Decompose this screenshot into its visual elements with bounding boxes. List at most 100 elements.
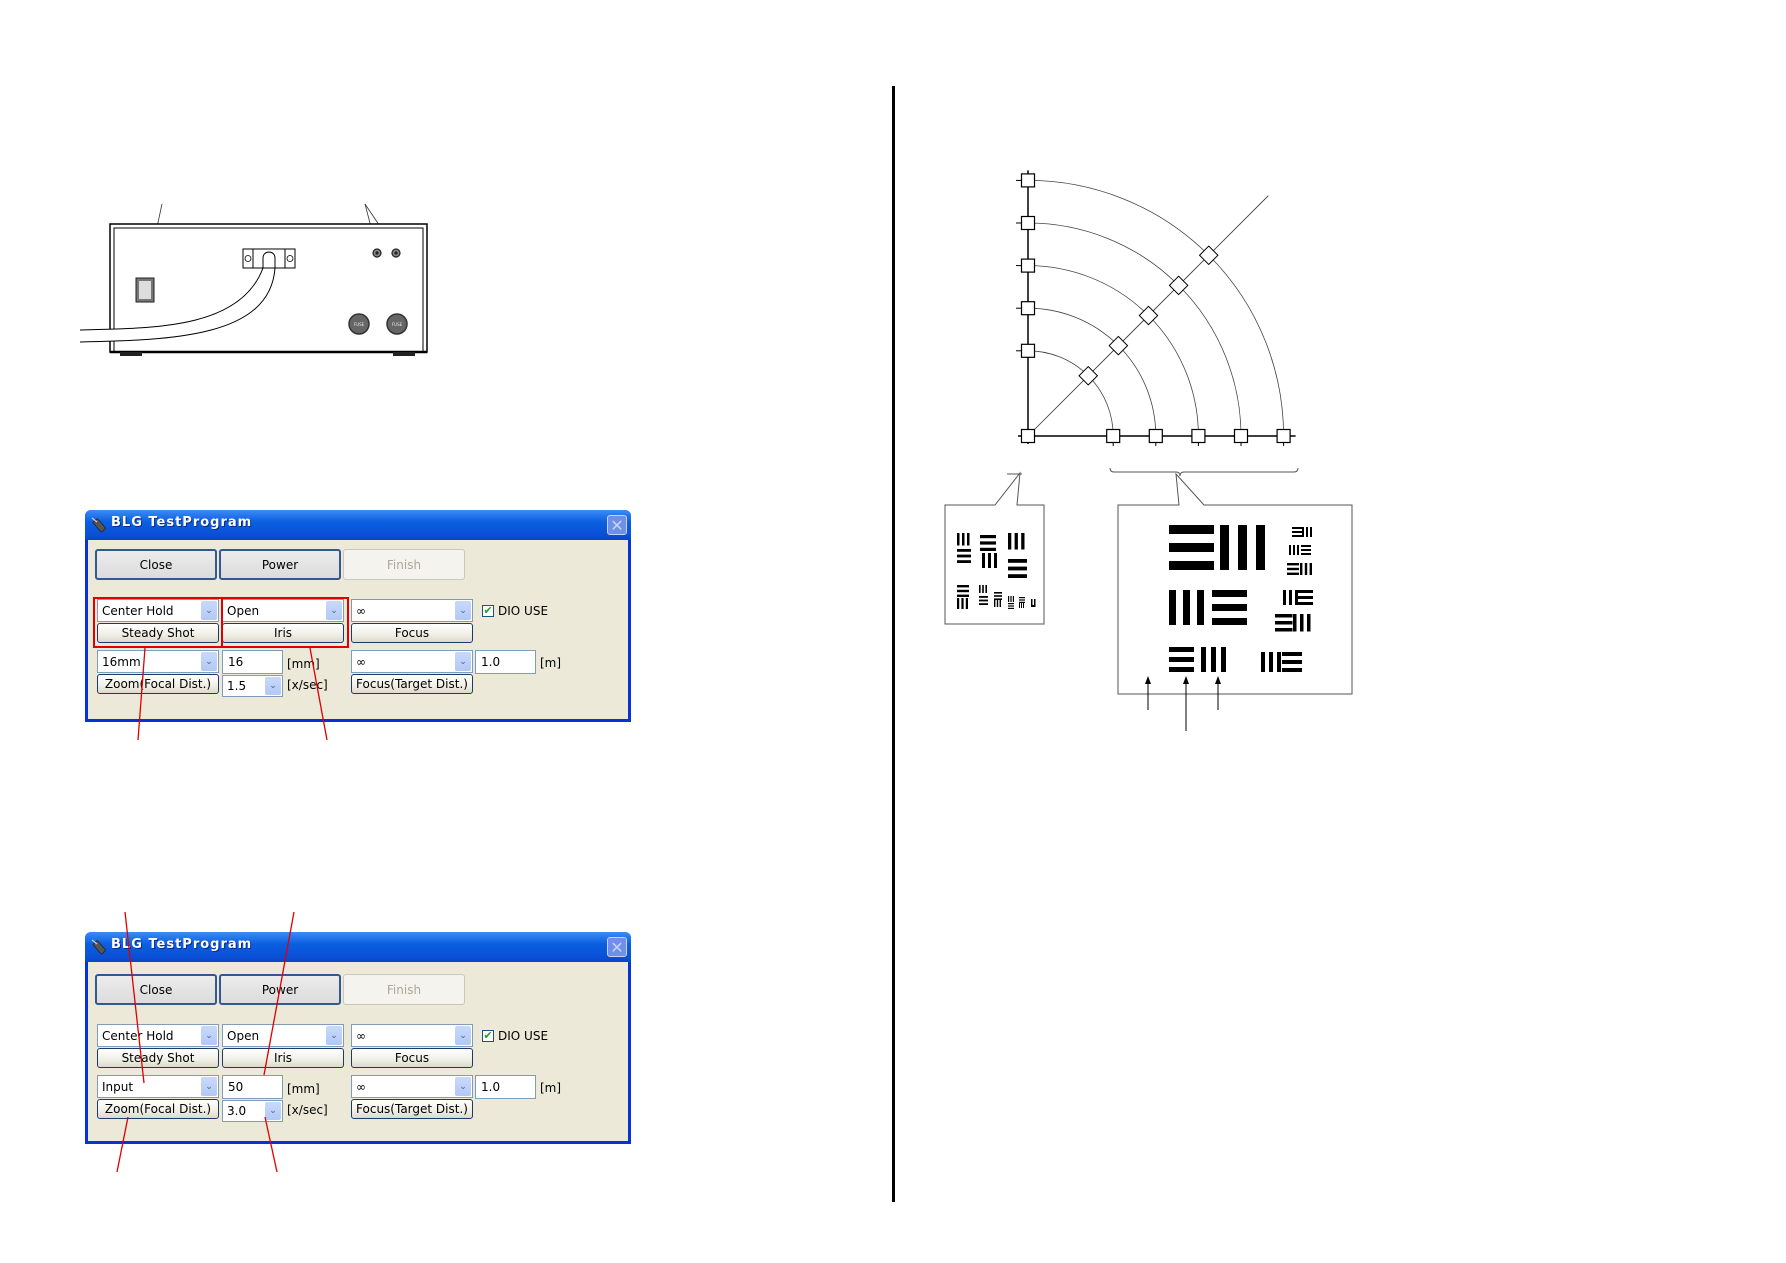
resolution-bar xyxy=(1275,621,1293,625)
resolution-bar xyxy=(1008,533,1012,550)
resolution-bar xyxy=(1261,652,1265,672)
resolution-bar xyxy=(1212,618,1247,625)
resolution-bar xyxy=(1021,603,1022,608)
resolution-bar xyxy=(982,553,985,568)
resolution-bar xyxy=(979,603,988,605)
resolution-bar xyxy=(1008,574,1027,578)
resolution-bar xyxy=(1277,652,1281,672)
resolution-bar xyxy=(1298,596,1313,599)
resolution-bar xyxy=(1238,525,1247,570)
resolution-bar xyxy=(1169,657,1194,662)
resolution-bar xyxy=(1301,549,1311,551)
resolution-bar xyxy=(1169,647,1194,652)
resolution-bar xyxy=(1301,545,1311,547)
resolution-bar xyxy=(957,585,969,588)
resolution-bar xyxy=(1021,533,1025,550)
measurement-point-origin xyxy=(1020,428,1036,444)
resolution-bar xyxy=(1169,561,1214,570)
resolution-bar xyxy=(1212,604,1247,611)
resolution-bar xyxy=(980,547,996,551)
resolution-bar xyxy=(957,598,960,609)
resolution-bar xyxy=(1169,667,1194,672)
quarter-circle-grid xyxy=(1016,170,1296,446)
resolution-bar xyxy=(965,598,968,609)
resolution-bar xyxy=(1282,652,1302,656)
measurement-point-square xyxy=(1191,428,1206,444)
resolution-bar xyxy=(1287,567,1299,571)
resolution-bar xyxy=(1169,543,1214,552)
resolution-bar xyxy=(1023,603,1024,608)
resolution-bar xyxy=(1289,590,1292,605)
resolution-bar xyxy=(1019,599,1025,601)
resolution-bar xyxy=(980,535,996,539)
resolution-bar xyxy=(982,585,984,593)
resolution-bar xyxy=(961,598,964,609)
resolution-bar xyxy=(1008,605,1014,607)
resolution-bar xyxy=(1292,527,1302,529)
resolution-bar xyxy=(979,596,988,598)
measurement-point-square xyxy=(1020,343,1036,358)
resolution-bar xyxy=(1008,559,1027,563)
resolution-bar xyxy=(988,553,991,568)
resolution-bar xyxy=(1256,525,1265,570)
resolution-bar xyxy=(1008,596,1010,602)
resolution-bar xyxy=(957,594,969,597)
resolution-bar xyxy=(1212,590,1247,597)
resolution-bar xyxy=(1287,572,1299,575)
resolution-bar xyxy=(1012,596,1014,602)
resolution-bar xyxy=(967,533,970,546)
measurement-point-square xyxy=(1020,258,1036,273)
resolution-bar xyxy=(979,599,988,602)
resolution-bar xyxy=(957,560,971,563)
resolution-bar xyxy=(1201,647,1206,672)
resolution-bar xyxy=(1275,628,1293,632)
resolution-bar xyxy=(1301,553,1311,555)
measurement-point-square xyxy=(1276,428,1291,444)
resolution-bar xyxy=(994,592,1002,594)
callout-box-large xyxy=(1117,472,1353,695)
resolution-bar xyxy=(1221,647,1226,672)
resolution-bar xyxy=(996,600,999,607)
resolution-bar xyxy=(994,600,996,607)
resolution-bar xyxy=(1008,607,1014,609)
resolution-bar xyxy=(985,585,987,593)
resolution-bar xyxy=(1031,605,1035,607)
resolution-bar xyxy=(1008,566,1027,571)
resolution-bar xyxy=(1309,563,1312,575)
resolution-bar xyxy=(1283,590,1286,605)
resolution-bar xyxy=(962,533,965,546)
resolution-bar xyxy=(1282,668,1302,672)
resolution-bar xyxy=(1304,563,1308,575)
resolution-bar xyxy=(1298,590,1313,593)
bracket-right xyxy=(1109,467,1299,477)
resolution-bar xyxy=(1169,525,1214,534)
resolution-bar xyxy=(1275,614,1293,618)
resolution-bar xyxy=(979,585,981,593)
resolution-bar xyxy=(1302,527,1304,537)
resolution-bar xyxy=(1298,602,1313,605)
resolution-bar xyxy=(994,598,1002,600)
resolution-bar xyxy=(1300,614,1304,632)
measurement-point-square xyxy=(1020,215,1036,231)
resolution-bar xyxy=(1211,647,1216,672)
resolution-bar xyxy=(1008,603,1014,605)
measurement-point-square xyxy=(1020,301,1036,316)
resolution-bar xyxy=(1289,545,1291,555)
resolution-bar xyxy=(1220,525,1229,570)
resolution-bar xyxy=(1293,614,1297,632)
resolution-bar xyxy=(1269,652,1273,672)
resolution-bar xyxy=(957,589,969,593)
resolution-bar xyxy=(994,553,997,568)
resolution-bar xyxy=(1019,597,1025,599)
resolution-bar xyxy=(1293,545,1295,555)
resolution-bar xyxy=(1306,527,1308,537)
resolution-bar xyxy=(1310,527,1312,537)
measurement-point-square xyxy=(1233,428,1249,444)
resolution-bar xyxy=(980,541,996,545)
resolution-bar xyxy=(1307,614,1311,632)
resolution-bar xyxy=(1197,590,1204,625)
measurement-point-square xyxy=(1106,428,1121,444)
resolution-bar xyxy=(1295,590,1298,605)
resolution-bar xyxy=(957,533,960,546)
resolution-bar xyxy=(1287,563,1299,566)
